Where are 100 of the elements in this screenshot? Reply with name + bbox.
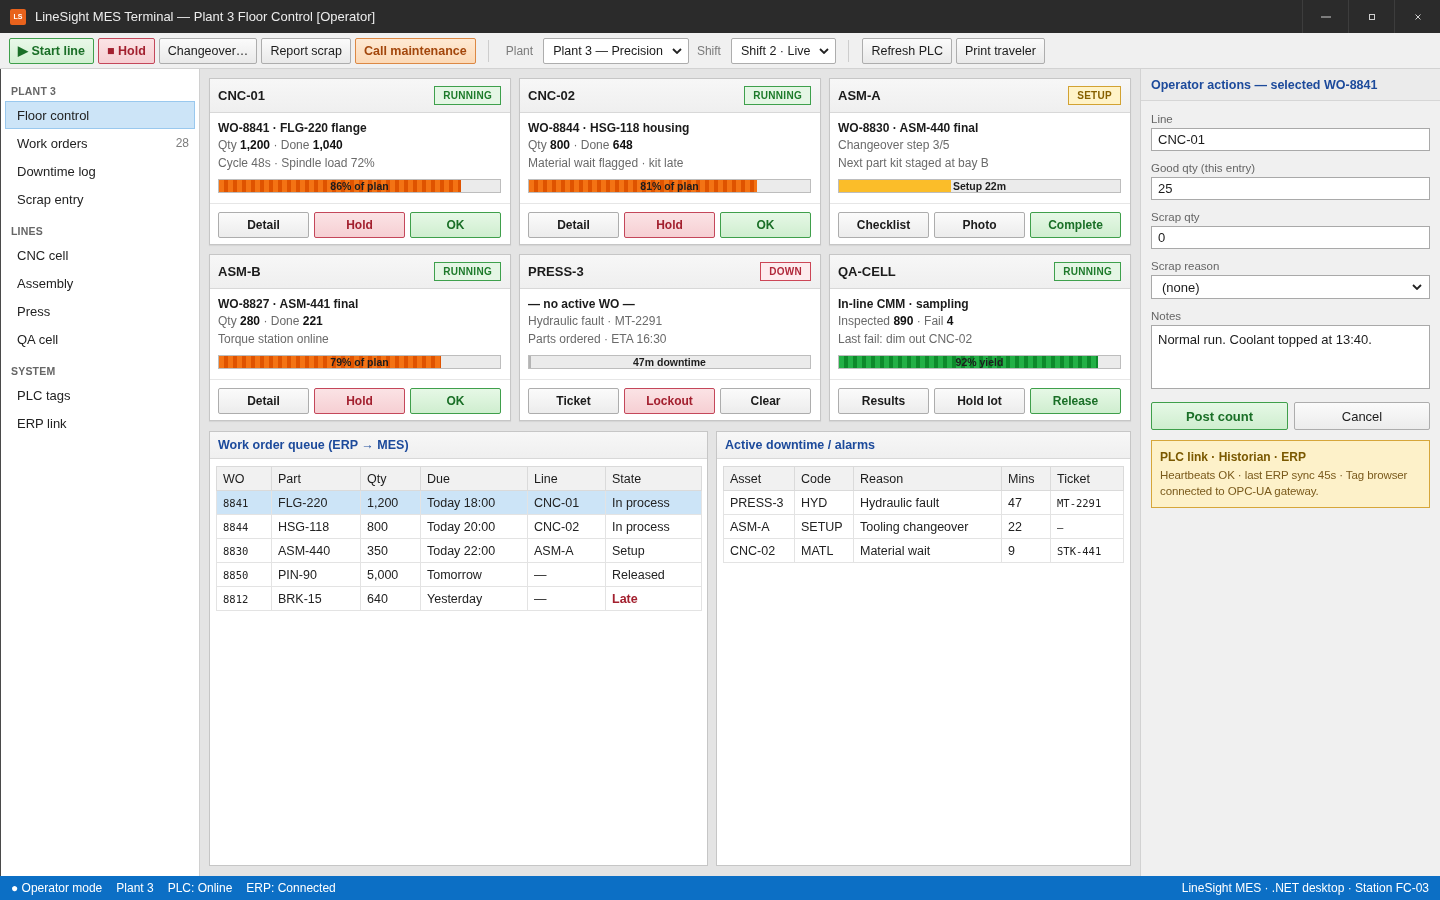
notes-field[interactable]: Normal run. Coolant topped at 13:40. (1151, 325, 1430, 389)
work-order-title: WO-8841 · FLG-220 flange (218, 120, 368, 137)
table-cell: PRESS-3 (723, 490, 795, 515)
close-icon (1412, 11, 1423, 22)
card-detail-line: Torque station online (218, 330, 330, 348)
action-button[interactable]: Hold lot (934, 388, 1025, 414)
table-cell: Setup (605, 538, 702, 563)
column-header[interactable]: Mins (1001, 466, 1051, 491)
table-cell: Late (605, 586, 702, 611)
nav-item[interactable]: Assembly (5, 269, 195, 297)
table-row[interactable]: 8812 BRK-15 640 Yesterday — Late (216, 586, 702, 611)
table-row[interactable]: 8830 ASM-440 350 Today 22:00 ASM-A Setup (216, 538, 702, 563)
panel-title: Operator actions — selected WO-8841 (1151, 77, 1378, 92)
machine-name: ASM-A (838, 88, 881, 103)
toolbar-button[interactable]: ■ Hold (97, 37, 155, 64)
action-button[interactable]: Detail (218, 212, 309, 238)
table-cell: 8841 (216, 490, 272, 515)
nav-item[interactable]: PLC tags (5, 381, 195, 409)
action-button[interactable]: OK (720, 212, 811, 238)
action-button[interactable]: Detail (528, 212, 619, 238)
nav-item[interactable]: Downtime log (5, 157, 195, 185)
maximize-icon (1366, 11, 1377, 22)
input-field[interactable]: CNC-01 (1151, 128, 1430, 151)
status-badge: RUNNING (434, 86, 501, 105)
toolbar-button[interactable]: Refresh PLC (862, 37, 952, 64)
card-detail-line: Next part kit staged at bay B (838, 154, 990, 172)
card-detail-line: Qty 1,200 · Done 1,040 (218, 137, 344, 154)
section-heading: PLANT 3 (10, 84, 58, 99)
field-label: Scrap reason (1151, 259, 1221, 274)
work-order-title: In-line CMM · sampling (838, 296, 970, 313)
dropdown[interactable]: Shift 2 · Live (730, 37, 837, 64)
action-button[interactable]: Detail (218, 388, 309, 414)
action-button[interactable]: Release (1030, 388, 1121, 414)
input-field[interactable]: 25 (1151, 177, 1430, 200)
work-order-title: WO-8827 · ASM-441 final (218, 296, 360, 313)
status-item: LineSight MES · .NET desktop · Station FC-03 (1181, 881, 1429, 895)
action-button[interactable]: OK (410, 388, 501, 414)
machine-name: ASM-B (218, 264, 261, 279)
table-cell: Today 18:00 (420, 490, 528, 515)
chevron-icon (1412, 284, 1422, 290)
card-detail-line: Last fail: dim out CNC-02 (838, 330, 974, 348)
dropdown[interactable]: (none) (1151, 275, 1430, 299)
table-cell: Material wait (853, 538, 1002, 563)
form-button[interactable]: Post count (1151, 402, 1288, 430)
nav-item[interactable]: QA cell (5, 325, 195, 353)
table-cell: 47 (1001, 490, 1051, 515)
table-cell: 8850 (216, 562, 272, 587)
status-badge: SETUP (1068, 86, 1121, 105)
form-button[interactable]: Cancel (1294, 402, 1430, 430)
action-button[interactable]: Clear (720, 388, 811, 414)
table-cell: — (527, 562, 606, 587)
table-cell: – (1050, 514, 1124, 539)
action-button[interactable]: Checklist (838, 212, 929, 238)
action-button[interactable]: OK (410, 212, 501, 238)
column-header[interactable]: Due (420, 466, 528, 491)
column-header[interactable]: Reason (853, 466, 1002, 491)
action-button[interactable]: Lockout (624, 388, 715, 414)
section-heading: SYSTEM (10, 364, 57, 379)
table-cell: Tomorrow (420, 562, 528, 587)
toolbar-button[interactable]: Call maintenance (354, 37, 476, 64)
table-row[interactable]: 8850 PIN-90 5,000 Tomorrow — Released (216, 562, 702, 587)
progress-label: Setup 22m (952, 180, 1007, 192)
action-button[interactable]: Hold (624, 212, 715, 238)
column-header[interactable]: Qty (360, 466, 421, 491)
machine-name: CNC-01 (218, 88, 265, 103)
action-button[interactable]: Photo (934, 212, 1025, 238)
chevron-icon (819, 47, 830, 54)
action-button[interactable]: Hold (314, 212, 405, 238)
nav-item[interactable]: Floor control (5, 101, 195, 129)
action-button[interactable]: Complete (1030, 212, 1121, 238)
action-button[interactable]: Hold (314, 388, 405, 414)
column-header[interactable]: State (605, 466, 702, 491)
table-row[interactable]: 8841 FLG-220 1,200 Today 18:00 CNC-01 In process (216, 490, 702, 515)
toolbar-button[interactable]: Print traveler (955, 37, 1045, 64)
dropdown[interactable]: Plant 3 — Precision (543, 37, 689, 64)
chevron-icon (671, 47, 682, 54)
column-header[interactable]: WO (216, 466, 272, 491)
action-button[interactable]: Ticket (528, 388, 619, 414)
machine-name: CNC-02 (528, 88, 575, 103)
nav-item[interactable]: CNC cell (5, 241, 195, 269)
input-field[interactable]: 0 (1151, 226, 1430, 249)
toolbar-button[interactable]: Changeover… (158, 37, 258, 64)
action-button[interactable]: Results (838, 388, 929, 414)
column-header[interactable]: Ticket (1050, 466, 1124, 491)
column-header[interactable]: Line (527, 466, 606, 491)
column-header[interactable]: Code (794, 466, 854, 491)
table-cell: — (527, 586, 606, 611)
table-cell: 640 (360, 586, 421, 611)
nav-item[interactable]: Press (5, 297, 195, 325)
nav-item[interactable]: Scrap entry (5, 185, 195, 213)
nav-item[interactable]: Work orders 28 (5, 129, 195, 157)
nav-item[interactable]: ERP link (5, 409, 195, 437)
table-row[interactable]: 8844 HSG-118 800 Today 20:00 CNC-02 In process (216, 514, 702, 539)
toolbar-button[interactable]: ▶ Start line (9, 37, 94, 64)
toolbar-button[interactable]: Report scrap (261, 37, 351, 64)
column-header[interactable]: Asset (723, 466, 795, 491)
column-header[interactable]: Part (271, 466, 361, 491)
table-cell: Today 22:00 (420, 538, 528, 563)
card-detail-line: Cycle 48s · Spindle load 72% (218, 154, 376, 172)
status-badge: RUNNING (434, 262, 501, 281)
